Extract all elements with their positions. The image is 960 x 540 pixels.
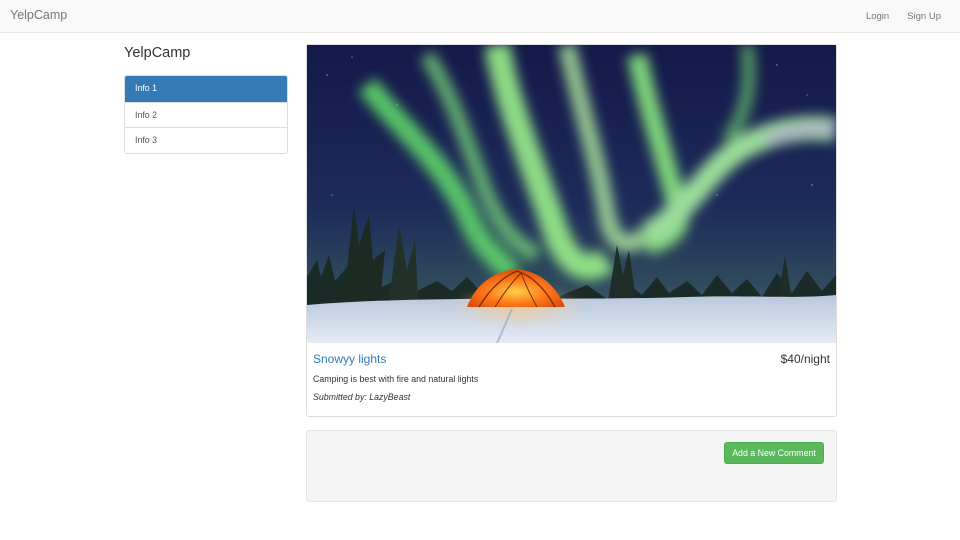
campground-description: Camping is best with fire and natural li… — [313, 374, 479, 384]
campground-price: $40/night — [780, 352, 830, 366]
login-link[interactable]: Login — [857, 11, 898, 22]
sidebar-item-info-3[interactable]: Info 3 — [125, 127, 287, 153]
sidebar-item-info-1[interactable]: Info 1 — [125, 76, 287, 102]
signup-link[interactable]: Sign Up — [898, 11, 950, 22]
comments-section: Add a New Comment — [306, 430, 837, 502]
campground-author: Submitted by: LazyBeast — [313, 392, 411, 402]
navbar-right: Login Sign Up — [857, 0, 950, 33]
add-comment-button[interactable]: Add a New Comment — [724, 442, 824, 464]
sidebar-title: YelpCamp — [124, 45, 191, 61]
campground-image — [307, 45, 836, 343]
campground-name[interactable]: Snowyy lights — [313, 352, 386, 366]
navbar-brand[interactable]: YelpCamp — [10, 8, 67, 22]
campground-thumbnail: Snowyy lights $40/night Camping is best … — [306, 44, 837, 417]
navbar: YelpCamp Login Sign Up — [0, 0, 960, 33]
sidebar-item-info-2[interactable]: Info 2 — [125, 101, 287, 127]
sidebar: YelpCamp Info 1 Info 2 Info 3 — [124, 45, 288, 154]
info-list: Info 1 Info 2 Info 3 — [124, 75, 288, 154]
